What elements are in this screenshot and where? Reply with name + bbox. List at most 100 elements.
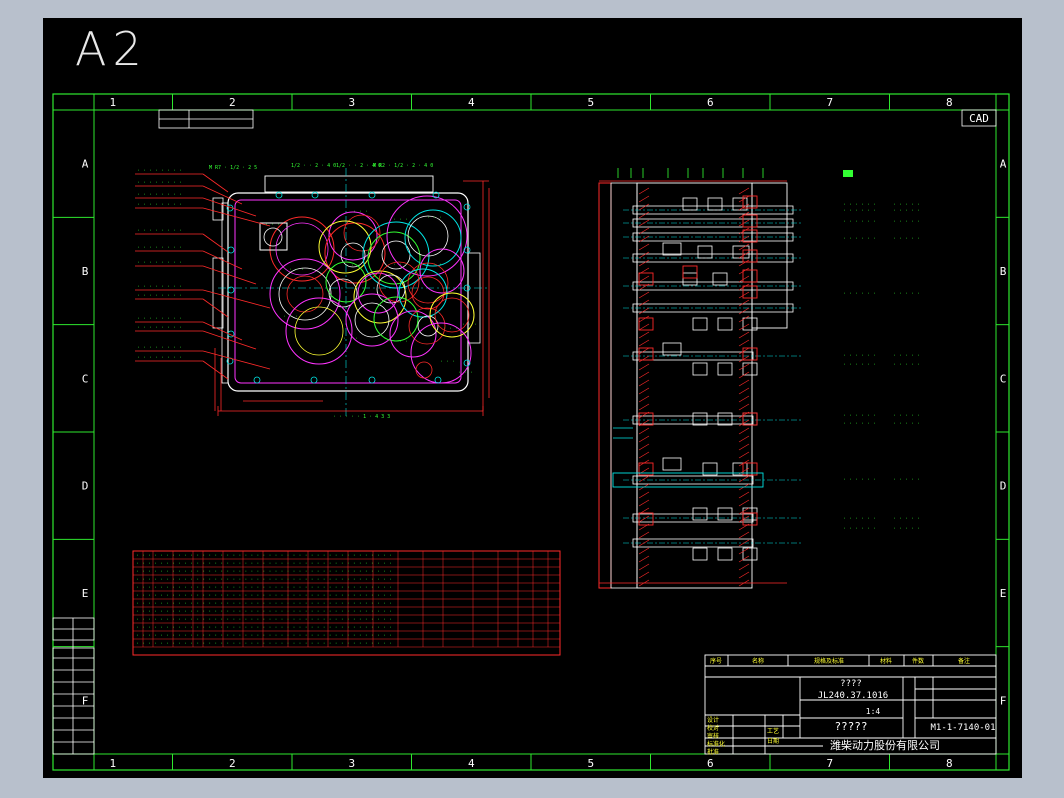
svg-text:· · · · · ·: · · · · · · <box>843 421 876 427</box>
svg-text:· · · · · · · ·: · · · · · · · · <box>137 284 182 290</box>
title-block-role: 校对 <box>707 724 719 732</box>
svg-text:· · ·: · · · <box>353 209 368 215</box>
zone-col-label-bottom: 6 <box>707 757 714 770</box>
svg-text:· · · · · ·: · · · · · · <box>843 413 876 419</box>
title-block-header-cell: 序号 <box>710 657 722 665</box>
svg-text:· · · · ·: · · · · · <box>893 362 920 368</box>
svg-text:· · ·: · · · <box>393 339 408 345</box>
zone-row-label-left: C <box>82 372 89 385</box>
svg-text:· · · · · · · ·: · · · · · · · · <box>137 325 182 331</box>
svg-text:· · ·: · · · <box>393 262 408 268</box>
zone-col-label-bottom: 5 <box>587 757 594 770</box>
svg-text:· · · · · · · · · · · · · · ·: · · · · · · · · · · · · · · · · · · · · … <box>136 633 392 639</box>
svg-text:· · · · · · · · · · · · · · ·: · · · · · · · · · · · · · · · · · · · · … <box>136 641 392 647</box>
zone-row-label-left: E <box>82 587 89 600</box>
svg-text:· · · · ·: · · · · · <box>893 208 920 214</box>
svg-text:1/2 · · 2 · 4 0: 1/2 · · 2 · 4 0 <box>291 163 336 169</box>
svg-text:· · · · · 1 · 4 3 3: · · · · · 1 · 4 3 3 <box>333 414 390 420</box>
svg-text:· · · · · ·: · · · · · · <box>843 526 876 532</box>
title-block-role-right: 日期 <box>767 737 779 745</box>
svg-text:· · · · · ·: · · · · · · <box>843 516 876 522</box>
company-name: 潍柴动力股份有限公司 <box>830 738 940 752</box>
svg-text:· · · · · · · ·: · · · · · · · · <box>137 202 182 208</box>
drawing-number: JL240.37.1016 <box>818 691 888 701</box>
outer-frame <box>52 93 1010 771</box>
svg-text:· · · · · · · · · · · · · · ·: · · · · · · · · · · · · · · · · · · · · … <box>136 585 392 591</box>
svg-text:· · · · · · · ·: · · · · · · · · <box>137 228 182 234</box>
svg-text:· · ·: · · · <box>458 370 473 376</box>
title-block-header: 序号 名称 规格及标准 材料 件数 备注 <box>710 657 970 665</box>
svg-text:· · · · · · · ·: · · · · · · · · <box>137 316 182 322</box>
svg-text:· · ·: · · · <box>427 262 442 268</box>
svg-text:· · · · · ·: · · · · · · <box>843 291 876 297</box>
zone-col-label-bottom: 4 <box>468 757 475 770</box>
svg-text:· · · · · ·: · · · · · · <box>843 362 876 368</box>
svg-text:· · · · · · · · · · · · · · ·: · · · · · · · · · · · · · · · · · · · · … <box>136 609 392 615</box>
svg-text:· · · · · · · ·: · · · · · · · · <box>137 293 182 299</box>
title-block-role-right: 工艺 <box>767 727 779 735</box>
zone-row-label-right: D <box>1000 480 1007 493</box>
svg-text:· · · · ·: · · · · · <box>893 219 920 225</box>
zone-row-label-right: E <box>1000 587 1007 600</box>
title-block-header-cell: 材料 <box>880 657 892 665</box>
title-block-role: 设计 <box>707 716 719 724</box>
section-view <box>598 168 803 589</box>
svg-text:· · · · · · · · · · · · · · ·: · · · · · · · · · · · · · · · · · · · · … <box>136 569 392 575</box>
svg-text:· · ·: · · · <box>440 359 455 365</box>
svg-text:· · · · · ·: · · · · · · <box>843 477 876 483</box>
zone-col-label-top: 7 <box>826 96 833 109</box>
svg-text:· · · · · · · ·: · · · · · · · · <box>137 345 182 351</box>
svg-text:· · · · · ·: · · · · · · <box>843 208 876 214</box>
zone-col-label-top: 2 <box>229 96 236 109</box>
svg-text:· · · · ·: · · · · · <box>893 236 920 242</box>
svg-text:· · · · · · · · · · · · · · ·: · · · · · · · · · · · · · · · · · · · · … <box>136 561 392 567</box>
cad-tag: CAD <box>969 112 989 125</box>
zone-col-label-top: 6 <box>707 96 714 109</box>
svg-text:· · · · · · · · · · · · · · ·: · · · · · · · · · · · · · · · · · · · · … <box>136 625 392 631</box>
zone-col-label-bottom: 2 <box>229 757 236 770</box>
drawing-sheet: A2 1122334455667788AABBCCDDEEFF CAD · · … <box>43 18 1022 778</box>
svg-text:· · · · · · · · · · · · · · ·: · · · · · · · · · · · · · · · · · · · · … <box>136 593 392 599</box>
zone-col-label-top: 3 <box>348 96 355 109</box>
zone-row-label-left: F <box>82 694 89 707</box>
svg-text:· · · · · · · ·: · · · · · · · · <box>137 168 182 174</box>
svg-text:· · ·: · · · <box>265 222 280 228</box>
zone-col-label-bottom: 7 <box>826 757 833 770</box>
svg-text:· · · · ·: · · · · · <box>893 421 920 427</box>
part-name: ????? <box>834 720 867 733</box>
svg-text:· · · · · · · ·: · · · · · · · · <box>137 355 182 361</box>
svg-text:· · · · ·: · · · · · <box>893 477 920 483</box>
svg-text:· · · · · ·: · · · · · · <box>843 236 876 242</box>
svg-text:· · ·: · · · <box>443 326 458 332</box>
section-legend: · · · · · · · · · · · · · · · · · · · · · ·… <box>843 170 920 532</box>
top-stub-table <box>158 109 254 129</box>
svg-text:M R2 · 1/2 · 2 · 4 0: M R2 · 1/2 · 2 · 4 0 <box>373 163 433 169</box>
zone-row-label-left: D <box>82 480 89 493</box>
zone-col-label-top: 5 <box>587 96 594 109</box>
svg-text:· · ·: · · · <box>462 322 477 328</box>
svg-text:· · · · ·: · · · · · <box>893 353 920 359</box>
svg-text:· · · · · ·: · · · · · · <box>843 219 876 225</box>
zone-col-label-bottom: 3 <box>348 757 355 770</box>
svg-text:· · · · · · · ·: · · · · · · · · <box>137 192 182 198</box>
svg-text:· · ·: · · · <box>393 217 408 223</box>
title-block-header-cell: 规格及标准 <box>814 657 844 665</box>
parts-table: · · · · · · · · · · · · · · · · · · · · … <box>132 550 561 656</box>
svg-text:· · ·: · · · <box>345 263 360 269</box>
zone-row-label-right: F <box>1000 694 1007 707</box>
svg-text:M R7 · 1/2 · 2 5: M R7 · 1/2 · 2 5 <box>209 165 257 171</box>
title-block-role: 批准 <box>707 748 719 756</box>
title-block-header-cell: 备注 <box>958 657 970 665</box>
zone-col-label-top: 4 <box>468 96 475 109</box>
title-block-header-cell: 名称 <box>752 657 764 665</box>
svg-text:· · · · · · · ·: · · · · · · · · <box>137 180 182 186</box>
zone-row-label-left: B <box>82 265 89 278</box>
document-code: M1-1-7140-01 <box>930 723 995 733</box>
svg-text:· · ·: · · · <box>289 267 304 273</box>
svg-text:· · ·: · · · <box>427 215 442 221</box>
svg-text:· · · · · · · ·: · · · · · · · · <box>137 260 182 266</box>
front-view: · · ·· · · · · ·· · ·· · ·· · · · · · · · ·… <box>135 168 490 418</box>
zone-row-label-right: C <box>1000 372 1007 385</box>
zone-row-label-left: A <box>82 158 89 171</box>
zone-col-label-bottom: 1 <box>109 757 116 770</box>
